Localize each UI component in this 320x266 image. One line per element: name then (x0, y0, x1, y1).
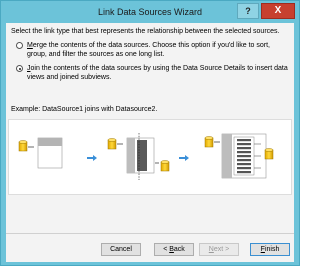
join-illustration (18, 133, 274, 180)
join-option-label[interactable]: Join the contents of the data sources by… (27, 64, 288, 82)
combined-view-icon (221, 133, 267, 179)
close-button[interactable]: X (261, 3, 295, 19)
dialog-body: Select the link type that best represent… (6, 23, 294, 262)
join-radio[interactable] (16, 65, 23, 72)
merge-radio[interactable] (16, 42, 23, 49)
finish-label: inish (264, 246, 280, 253)
details-view-icon (37, 137, 63, 169)
arrow-right-icon (87, 155, 97, 161)
second-database-icon (160, 160, 170, 172)
detail-database-icon (264, 148, 274, 160)
cancel-button[interactable]: Cancel (101, 243, 141, 256)
arrow-right-icon (179, 155, 189, 161)
merge-line2: group, and filter the sources as one lon… (27, 51, 165, 58)
merge-line1: erge the contents of the data sources. C… (32, 42, 270, 49)
next-button[interactable]: Next > (199, 243, 239, 256)
footer-divider (6, 233, 294, 234)
back-label: ack (173, 246, 185, 253)
database-icon (107, 138, 117, 150)
help-button[interactable]: ? (237, 3, 259, 19)
join-line1: oin the contents of the data sources by … (30, 65, 288, 72)
merge-option-label[interactable]: Merge the contents of the data sources. … (27, 41, 270, 59)
source-database-icon (18, 140, 28, 152)
finish-button[interactable]: Finish (250, 243, 290, 256)
illustration-panel (8, 119, 292, 195)
joined-view-icon (126, 133, 155, 180)
next-label: ext > (213, 246, 230, 253)
back-button[interactable]: < Back (154, 243, 194, 256)
example-caption: Example: DataSource1 joins with Datasour… (11, 106, 158, 113)
result-database-icon (204, 136, 214, 148)
wizard-window: Link Data Sources Wizard ? X Select the … (0, 0, 300, 266)
instruction-text: Select the link type that best represent… (11, 28, 280, 35)
join-line2: views and joined subviews. (27, 74, 112, 81)
title-bar[interactable]: Link Data Sources Wizard ? X (1, 1, 299, 23)
